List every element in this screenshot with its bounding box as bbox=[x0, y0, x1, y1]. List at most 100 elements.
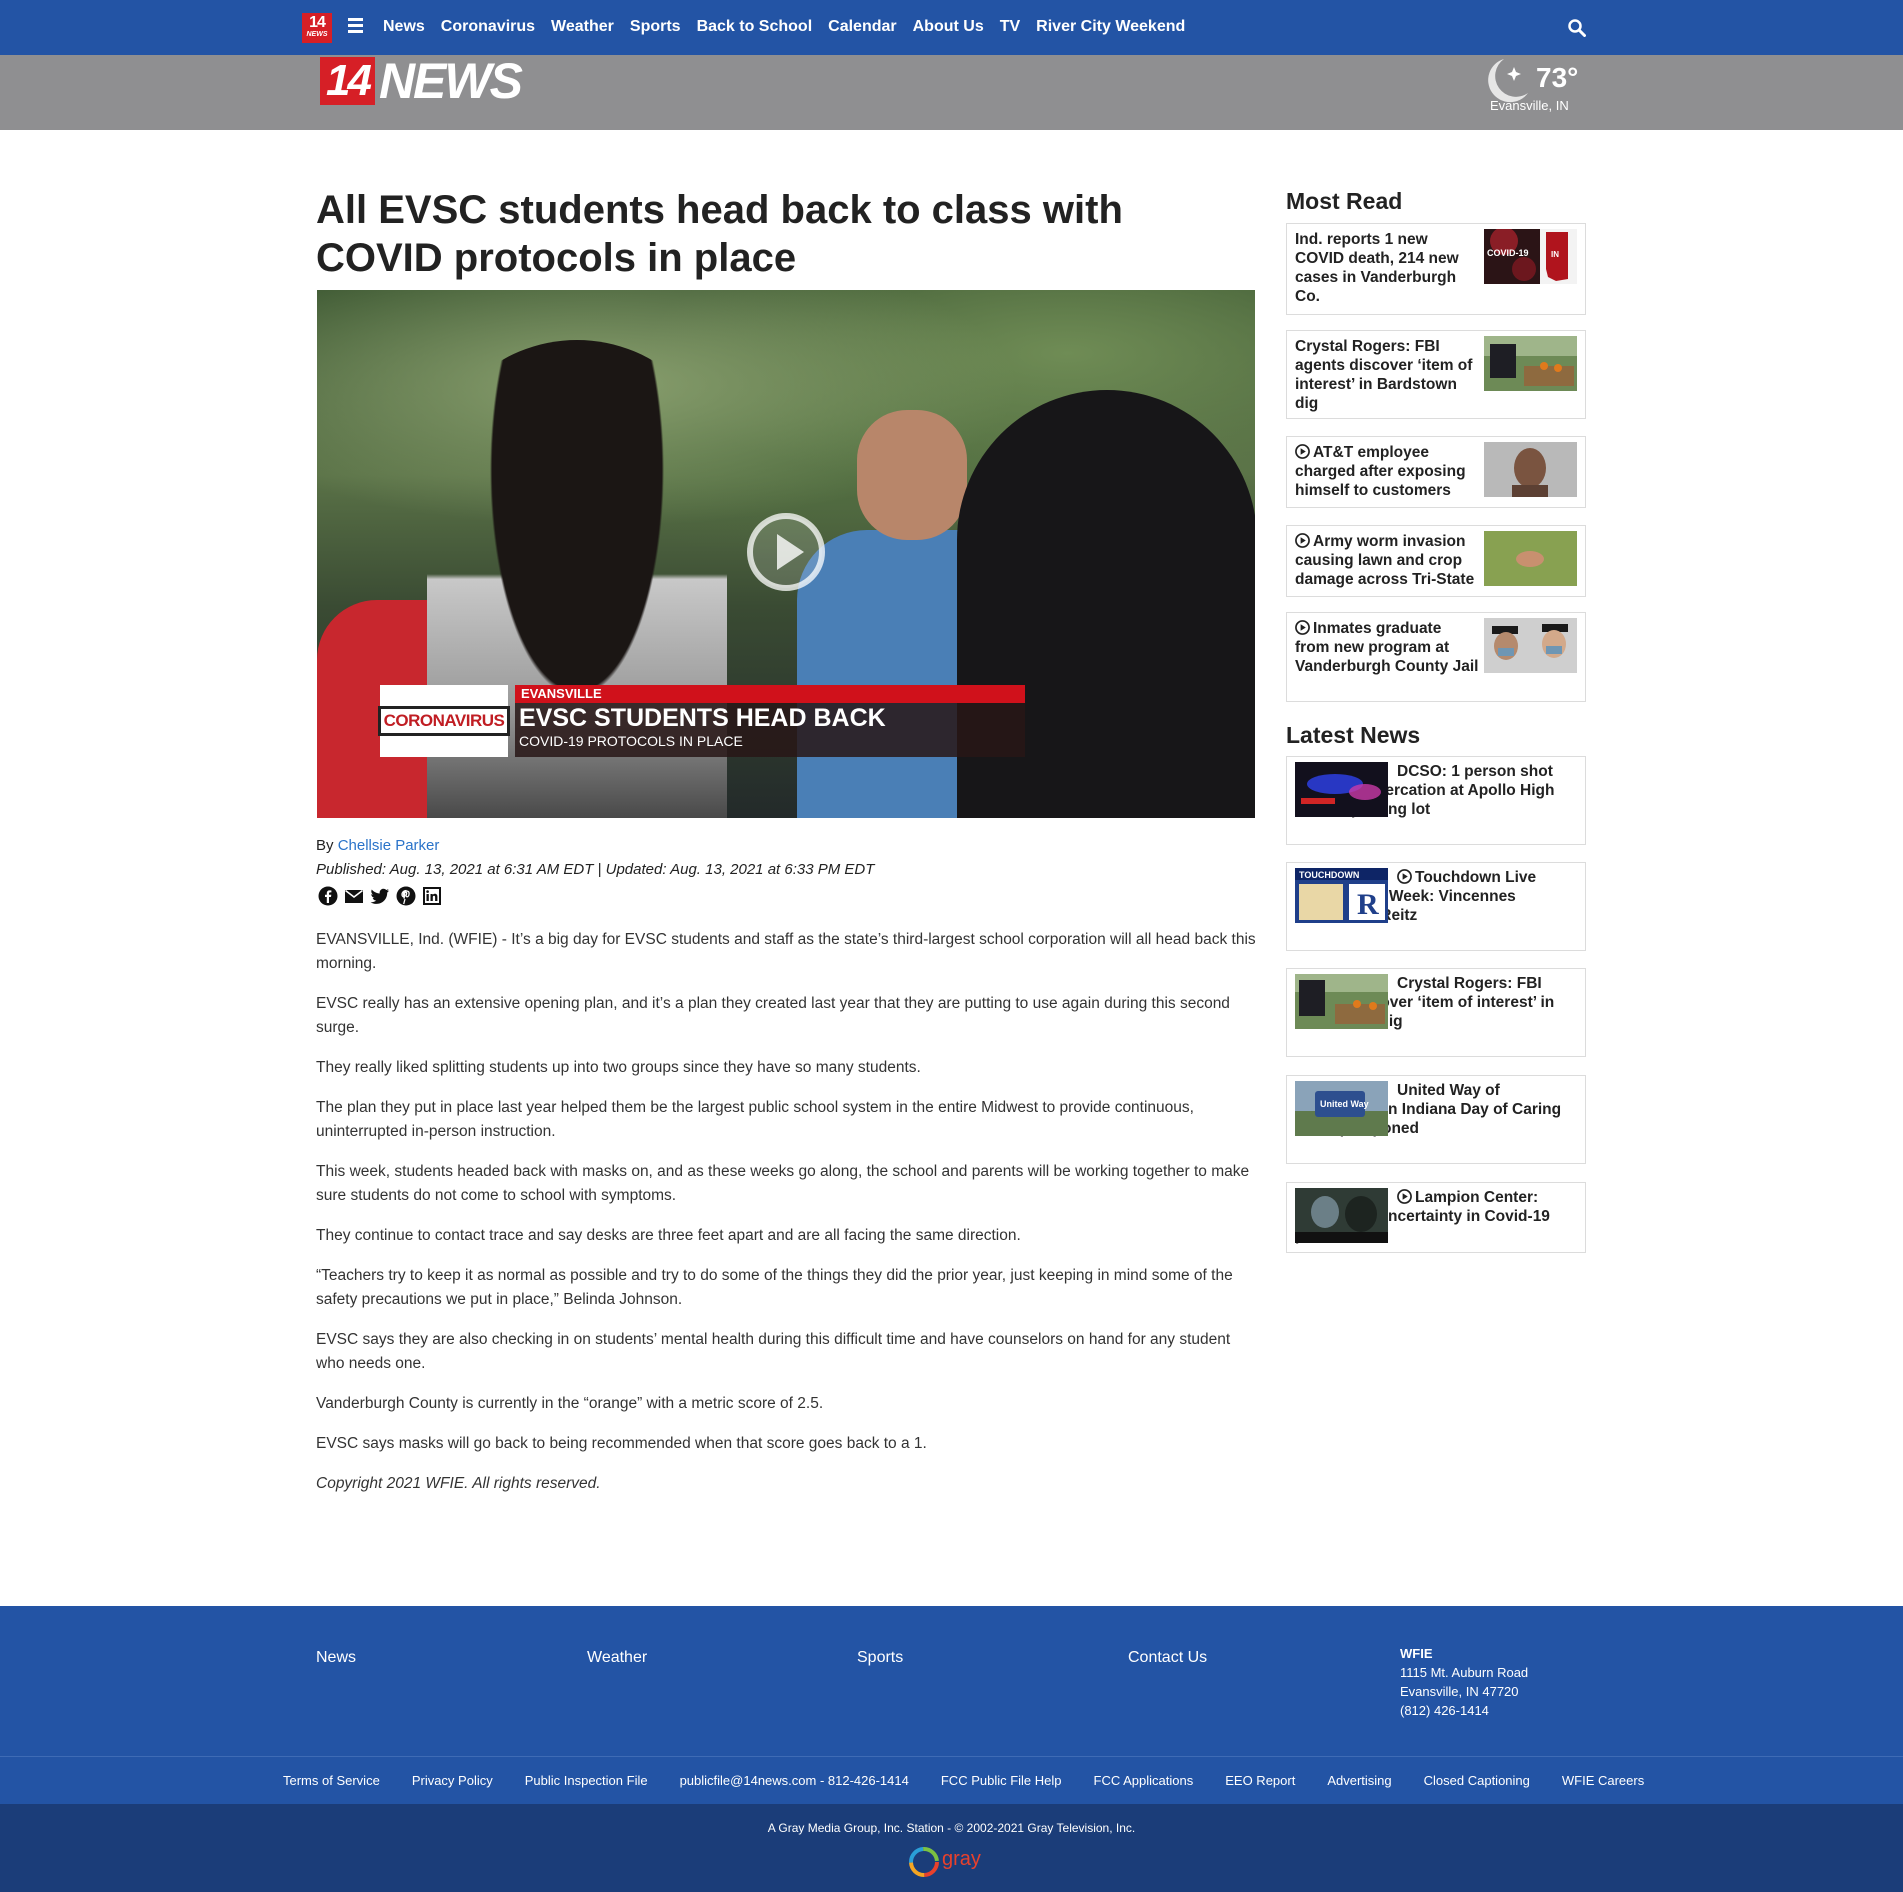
station-name: WFIE bbox=[1400, 1646, 1433, 1661]
latest-news-item[interactable]: Touchdown Live Game of the Week: Vincenn… bbox=[1286, 862, 1586, 951]
nav-item-river-city-weekend[interactable]: River City Weekend bbox=[1036, 18, 1185, 36]
email-icon[interactable] bbox=[344, 886, 364, 906]
video-lower-third: CORONAVIRUS EVANSVILLE EVSC STUDENTS HEA… bbox=[377, 685, 1025, 759]
thumbnail-lawn[interactable] bbox=[1484, 531, 1577, 586]
video-tag-box: CORONAVIRUS bbox=[377, 685, 511, 757]
article-headline: All EVSC students head back to class wit… bbox=[316, 188, 1123, 280]
footer-link-public-inspection[interactable]: Public Inspection File bbox=[525, 1773, 648, 1788]
footer-link-privacy[interactable]: Privacy Policy bbox=[412, 1773, 493, 1788]
thumbnail-graduates[interactable] bbox=[1484, 618, 1577, 673]
footer-link-advertising[interactable]: Advertising bbox=[1327, 1773, 1391, 1788]
thumbnail-police-lights[interactable] bbox=[1295, 762, 1388, 817]
footer-link-fcc-help[interactable]: FCC Public File Help bbox=[941, 1773, 1062, 1788]
nav-item-coronavirus[interactable]: Coronavirus bbox=[441, 18, 535, 36]
author-link[interactable]: Chellsie Parker bbox=[338, 837, 440, 854]
most-read-title-text: Army worm invasion causing lawn and crop… bbox=[1295, 533, 1475, 588]
twitter-icon[interactable] bbox=[370, 886, 390, 906]
thumbnail-dig-site[interactable] bbox=[1295, 974, 1388, 1029]
footer-link-sports[interactable]: Sports bbox=[857, 1649, 903, 1667]
most-read-item[interactable]: AT&T employee charged after exposing him… bbox=[1286, 436, 1586, 508]
latest-news-item[interactable]: Crystal Rogers: FBI agents discover ‘ite… bbox=[1286, 968, 1586, 1057]
nav-item-calendar[interactable]: Calendar bbox=[828, 18, 896, 36]
nav-item-sports[interactable]: Sports bbox=[630, 18, 681, 36]
most-read-title-text: AT&T employee charged after exposing him… bbox=[1295, 444, 1466, 499]
footer-link-public-file-email[interactable]: publicfile@14news.com - 812-426-1414 bbox=[680, 1773, 909, 1788]
play-icon bbox=[1397, 1189, 1412, 1204]
footer-link-news[interactable]: News bbox=[316, 1649, 356, 1667]
address-street: 1115 Mt. Auburn Road bbox=[1400, 1665, 1529, 1680]
nav-item-weather[interactable]: Weather bbox=[551, 18, 614, 36]
play-icon[interactable] bbox=[746, 512, 826, 592]
pinterest-icon[interactable] bbox=[396, 886, 416, 906]
footer-bottom: A Gray Media Group, Inc. Station - © 200… bbox=[0, 1804, 1903, 1892]
article-paragraph: The plan they put in place last year hel… bbox=[316, 1099, 1194, 1140]
most-read-title[interactable]: Army worm invasion causing lawn and crop… bbox=[1295, 532, 1480, 589]
most-read-heading: Most Read bbox=[1286, 188, 1403, 214]
video-player[interactable]: CORONAVIRUS EVANSVILLE EVSC STUDENTS HEA… bbox=[317, 290, 1255, 818]
thumbnail-covid-map[interactable]: COVID-19 IN bbox=[1484, 229, 1577, 284]
most-read-item[interactable]: Army worm invasion causing lawn and crop… bbox=[1286, 525, 1586, 597]
linkedin-icon[interactable] bbox=[422, 886, 442, 906]
gray-logo[interactable]: gray bbox=[906, 1842, 996, 1882]
top-navigation: 14 NEWS News Coronavirus Weather Sports … bbox=[0, 0, 1903, 55]
weather-widget[interactable]: 73° Evansville, IN bbox=[1476, 55, 1586, 115]
footer-link-contact-us[interactable]: Contact Us bbox=[1128, 1649, 1207, 1667]
play-icon bbox=[1397, 869, 1412, 884]
facebook-icon[interactable] bbox=[318, 886, 338, 906]
video-location: EVANSVILLE bbox=[515, 685, 1025, 703]
most-read-item[interactable]: Crystal Rogers: FBI agents discover ‘ite… bbox=[1286, 330, 1586, 419]
latest-news-item[interactable]: United Way of Southwestern Indiana Day o… bbox=[1286, 1075, 1586, 1164]
station-logo-small[interactable]: 14 NEWS bbox=[302, 13, 332, 43]
video-title-bar: EVSC STUDENTS HEAD BACK COVID-19 PROTOCO… bbox=[515, 703, 1025, 757]
thumb-state-label: IN bbox=[1551, 250, 1559, 259]
footer-link-careers[interactable]: WFIE Careers bbox=[1562, 1773, 1644, 1788]
article-copyright: Copyright 2021 WFIE. All rights reserved… bbox=[316, 1475, 601, 1492]
thumbnail-lampion-center[interactable] bbox=[1295, 1188, 1388, 1243]
most-read-item[interactable]: Ind. reports 1 new COVID death, 214 new … bbox=[1286, 223, 1586, 315]
thumbnail-touchdown[interactable]: TOUCHDOWN R bbox=[1295, 868, 1388, 923]
address-city: Evansville, IN 47720 bbox=[1400, 1684, 1519, 1699]
byline-label: By bbox=[316, 837, 334, 854]
search-icon[interactable] bbox=[1568, 19, 1586, 37]
footer-link-closed-captioning[interactable]: Closed Captioning bbox=[1424, 1773, 1530, 1788]
thumbnail-united-way[interactable]: United Way bbox=[1295, 1081, 1388, 1136]
brand-bar: 14 NEWS 73° Evansville, IN bbox=[0, 55, 1903, 130]
article-paragraph: Vanderburgh County is currently in the “… bbox=[316, 1395, 824, 1412]
station-phone[interactable]: (812) 426-1414 bbox=[1400, 1703, 1489, 1718]
most-read-title[interactable]: Ind. reports 1 new COVID death, 214 new … bbox=[1295, 230, 1480, 306]
nav-item-back-to-school[interactable]: Back to School bbox=[697, 18, 813, 36]
article-paragraph: They continue to contact trace and say d… bbox=[316, 1227, 1021, 1244]
play-icon bbox=[1295, 533, 1310, 548]
footer-link-terms[interactable]: Terms of Service bbox=[283, 1773, 380, 1788]
weather-city: Evansville, IN bbox=[1490, 98, 1569, 113]
video-subtitle: COVID-19 PROTOCOLS IN PLACE bbox=[519, 733, 743, 749]
station-logo[interactable]: 14 NEWS bbox=[320, 55, 523, 107]
article-paragraph: EVSC says they are also checking in on s… bbox=[316, 1331, 1231, 1372]
latest-news-item[interactable]: Lampion Center: Navigating uncertainty i… bbox=[1286, 1182, 1586, 1253]
footer-link-fcc-applications[interactable]: FCC Applications bbox=[1094, 1773, 1194, 1788]
thumbnail-mugshot[interactable] bbox=[1484, 442, 1577, 497]
thumbnail-dig-site[interactable] bbox=[1484, 336, 1577, 391]
nav-item-about-us[interactable]: About Us bbox=[913, 18, 984, 36]
article-paragraph: EVSC really has an extensive opening pla… bbox=[316, 995, 1230, 1036]
gray-logo-word: gray bbox=[942, 1848, 981, 1870]
footer-legal-links: Terms of Service Privacy Policy Public I… bbox=[0, 1756, 1903, 1804]
temperature: 73° bbox=[1536, 62, 1579, 93]
video-title: EVSC STUDENTS HEAD BACK bbox=[519, 704, 886, 732]
footer-copyright: A Gray Media Group, Inc. Station - © 200… bbox=[767, 1821, 1136, 1835]
thumb-touchdown-label: TOUCHDOWN bbox=[1299, 870, 1359, 880]
footer-main: News Weather Sports Contact Us WFIE 1115… bbox=[0, 1606, 1903, 1756]
play-icon bbox=[1295, 620, 1310, 635]
most-read-title[interactable]: Crystal Rogers: FBI agents discover ‘ite… bbox=[1295, 337, 1480, 413]
most-read-item[interactable]: Inmates graduate from new program at Van… bbox=[1286, 612, 1586, 702]
nav-item-tv[interactable]: TV bbox=[1000, 18, 1020, 36]
footer-link-weather[interactable]: Weather bbox=[587, 1649, 647, 1667]
latest-news-item[interactable]: DCSO: 1 person shot following altercatio… bbox=[1286, 756, 1586, 845]
footer-link-eeo-report[interactable]: EEO Report bbox=[1225, 1773, 1295, 1788]
article-paragraph: EVANSVILLE, Ind. (WFIE) - It’s a big day… bbox=[316, 931, 1256, 972]
most-read-title[interactable]: AT&T employee charged after exposing him… bbox=[1295, 443, 1480, 500]
logo-number-large: 14 bbox=[320, 57, 375, 105]
hamburger-icon[interactable] bbox=[348, 18, 363, 35]
nav-item-news[interactable]: News bbox=[383, 18, 425, 36]
most-read-title[interactable]: Inmates graduate from new program at Van… bbox=[1295, 619, 1480, 676]
